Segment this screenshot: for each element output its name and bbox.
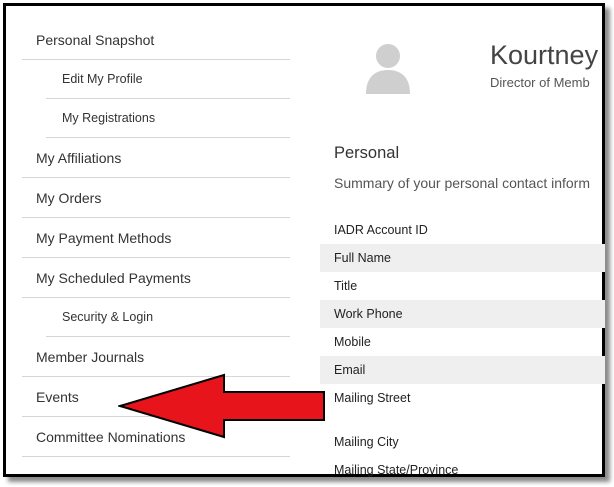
sidebar-item-my-scheduled-payments[interactable]: My Scheduled Payments	[22, 258, 290, 298]
section-description: Summary of your personal contact inform	[334, 175, 590, 191]
sidebar-item-edit-my-profile[interactable]: Edit My Profile	[46, 60, 290, 99]
sidebar-item-my-payment-methods[interactable]: My Payment Methods	[22, 218, 290, 258]
section-title-personal: Personal	[334, 144, 400, 162]
sidebar-item-my-registrations[interactable]: My Registrations	[46, 99, 290, 138]
sidebar-item-member-journals[interactable]: Member Journals	[22, 337, 290, 377]
sidebar-item-my-affiliations[interactable]: My Affiliations	[22, 138, 290, 178]
sidebar-item-security-login[interactable]: Security & Login	[46, 298, 290, 337]
profile-name: Kourtney	[490, 40, 599, 70]
field-label-mailing-street: Mailing Street	[334, 391, 411, 405]
profile-job-title: Director of Memb	[490, 75, 590, 90]
field-label-account-id: IADR Account ID	[334, 223, 428, 237]
avatar	[364, 42, 412, 94]
field-label-title: Title	[334, 279, 358, 293]
user-silhouette-icon	[366, 44, 410, 94]
sidebar-item-personal-snapshot[interactable]: Personal Snapshot	[22, 20, 290, 60]
field-label-mailing-city: Mailing City	[334, 435, 399, 449]
sidebar-item-my-orders[interactable]: My Orders	[22, 178, 290, 218]
field-label-email: Email	[320, 356, 605, 384]
field-label-mailing-state: Mailing State/Province	[334, 463, 459, 477]
field-label-work-phone: Work Phone	[320, 300, 605, 328]
field-label-full-name: Full Name	[320, 244, 605, 272]
personal-fields-list: IADR Account ID Full Name Title Work Pho…	[320, 216, 605, 484]
red-arrow-left-icon	[116, 372, 328, 440]
field-label-mobile: Mobile	[334, 335, 371, 349]
